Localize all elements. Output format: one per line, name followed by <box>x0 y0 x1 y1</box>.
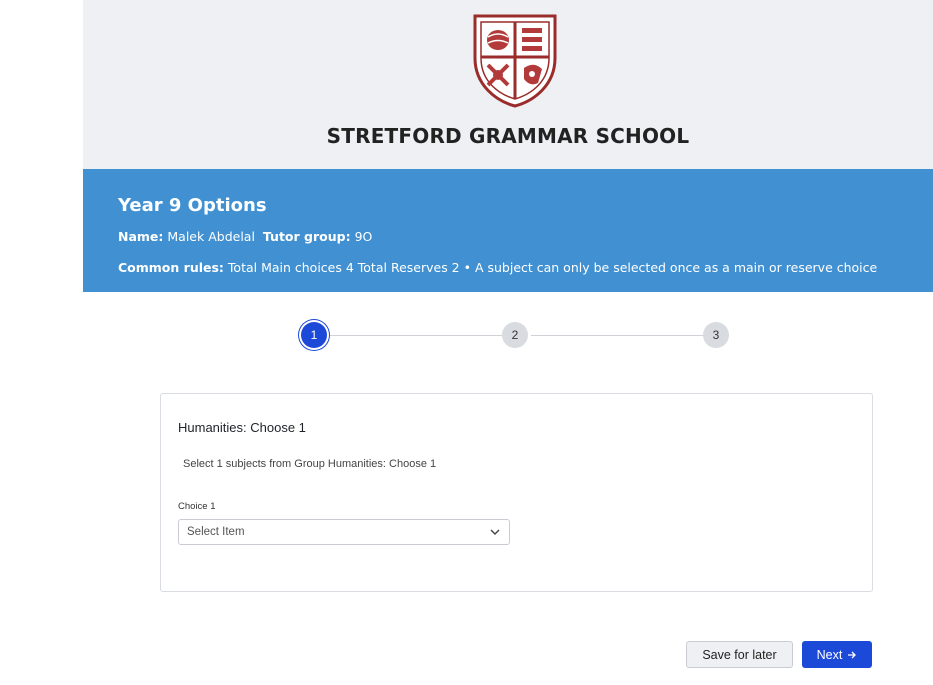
choice-1-label: Choice 1 <box>178 501 216 512</box>
group-description: Select 1 subjects from Group Humanities:… <box>183 458 437 470</box>
common-rules-label: Common rules: <box>118 260 224 275</box>
name-label: Name: <box>118 229 164 244</box>
step-1[interactable]: 1 <box>301 322 327 348</box>
common-rules-value: Total Main choices 4 Total Reserves 2 • … <box>227 260 878 275</box>
name-value: Malek Abdelal <box>167 229 255 244</box>
common-rules: Common rules: Total Main choices 4 Total… <box>118 260 877 275</box>
options-form: 1 2 3 Humanities: Choose 1 Select 1 subj… <box>83 292 933 668</box>
school-crest-icon <box>473 14 557 108</box>
choice-1-select[interactable]: Select Item <box>178 519 510 545</box>
choice-1-placeholder: Select Item <box>187 526 245 538</box>
next-label: Next <box>816 647 843 662</box>
student-info: Name: Malek Abdelal Tutor group: 9O <box>118 229 372 244</box>
next-button[interactable]: Next <box>802 641 872 668</box>
save-for-later-button[interactable]: Save for later <box>686 641 793 668</box>
tutor-group-label: Tutor group: <box>262 229 351 244</box>
subject-group-card: Humanities: Choose 1 Select 1 subjects f… <box>160 393 873 592</box>
options-header: Year 9 Options Name: Malek Abdelal Tutor… <box>83 169 933 292</box>
tutor-group-value: 9O <box>354 229 373 244</box>
stepper-connector <box>330 335 502 336</box>
stepper-connector <box>531 335 705 336</box>
group-title: Humanities: Choose 1 <box>178 420 306 435</box>
school-name: STRETFORD GRAMMAR SCHOOL <box>326 124 690 148</box>
step-2[interactable]: 2 <box>502 322 528 348</box>
page-title: Year 9 Options <box>118 195 267 216</box>
step-3[interactable]: 3 <box>703 322 729 348</box>
chevron-down-icon <box>490 529 500 535</box>
arrow-right-icon <box>848 651 857 658</box>
